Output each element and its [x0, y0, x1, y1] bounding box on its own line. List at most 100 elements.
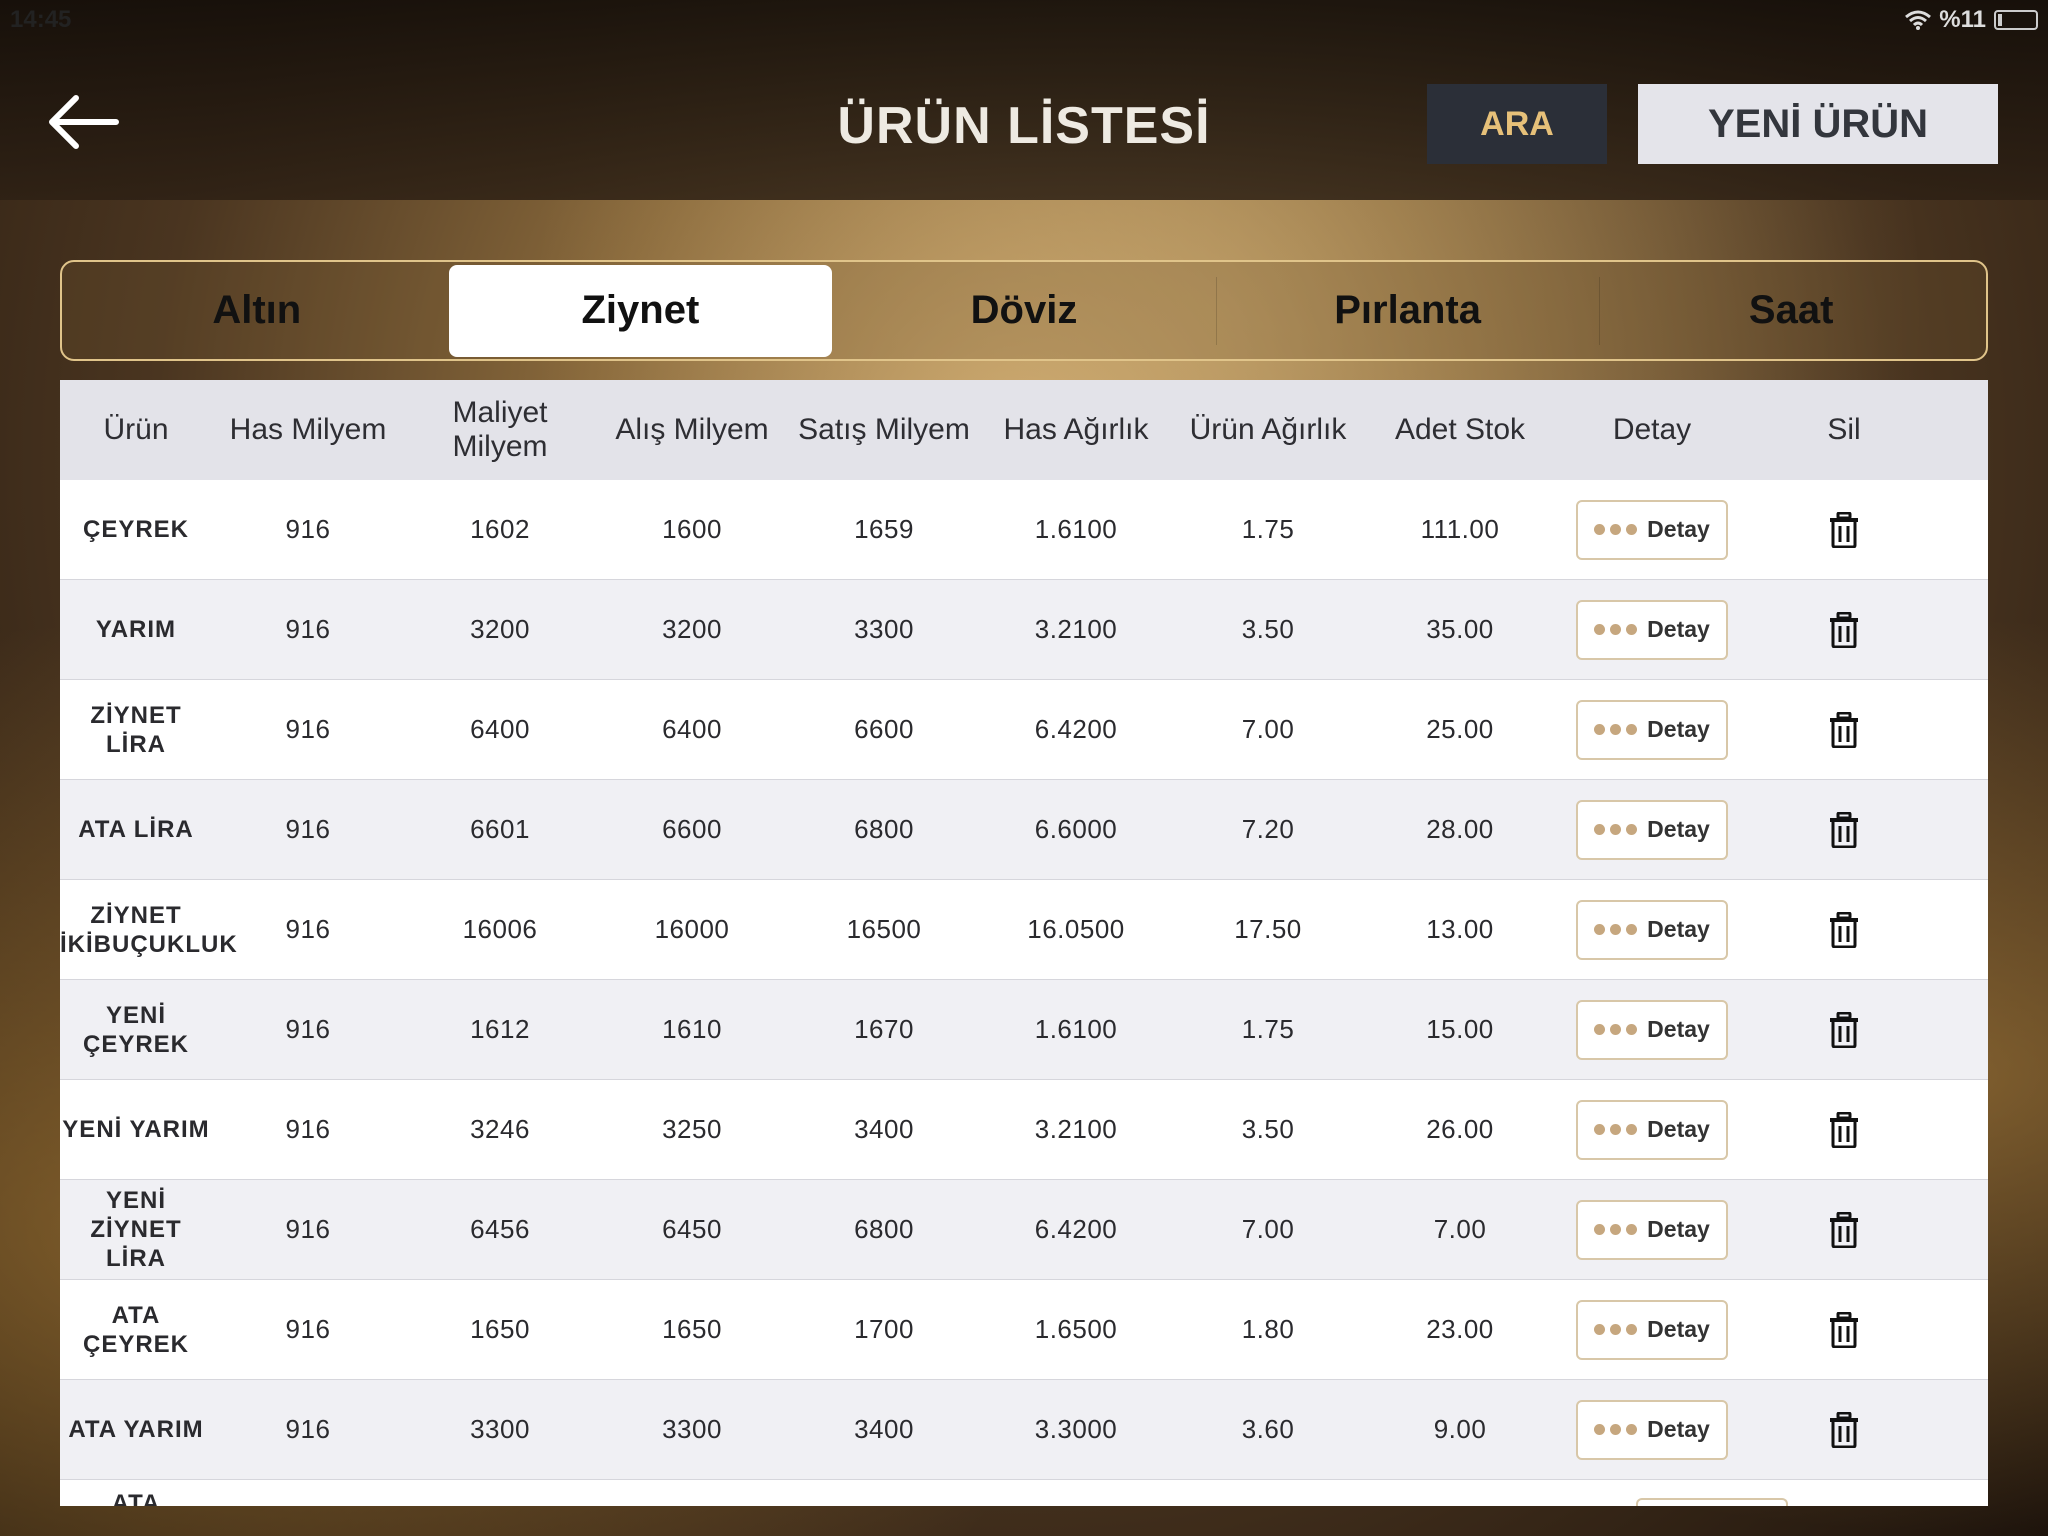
tab-ziynet[interactable]: Ziynet — [448, 264, 833, 357]
alis-milyem-cell: 1650 — [662, 1314, 722, 1344]
tab-doviz[interactable]: Döviz — [832, 265, 1216, 357]
alis-milyem-cell: 1600 — [662, 514, 722, 544]
detail-cell: Detay — [1556, 999, 1748, 1060]
product-name: ATA ÇEYREK — [82, 1301, 190, 1358]
detail-button[interactable]: Detay — [1576, 1399, 1728, 1460]
table-row[interactable]: YARIM 916 3200 3200 3300 3.2100 3.50 35.00 Detay — [60, 580, 1988, 680]
product-name: ATA — [111, 1490, 161, 1506]
status-indicators: %11 — [1905, 6, 2038, 34]
table-row[interactable]: ÇEYREK 916 1602 1600 1659 1.6100 1.75 111.00 Det… — [60, 480, 1988, 580]
has-agirlik-cell: 3.3000 — [1034, 1414, 1118, 1444]
table-row[interactable]: YENİ ZİYNET LİRA 916 6456 6450 6800 6.4200 7.0… — [60, 1180, 1988, 1280]
product-table[interactable]: Ürün Has Milyem Maliyet Milyem Alış Mily… — [60, 380, 1988, 1506]
has-agirlik-cell: 6.4200 — [1034, 1214, 1118, 1244]
detail-button-label: Detay — [1647, 1116, 1710, 1142]
detail-cell: Detay — [1556, 1199, 1748, 1260]
tab-altin[interactable]: Altın — [65, 265, 449, 357]
table-row[interactable]: ZİYNET LİRA 916 6400 6400 6600 6.4200 7.00 25.0… — [60, 680, 1988, 780]
adet-stok-cell: 25.00 — [1426, 714, 1494, 744]
trash-icon[interactable] — [1829, 911, 1859, 948]
delete-cell — [1748, 1111, 1940, 1148]
has-agirlik-cell: 1.6100 — [1034, 1014, 1118, 1044]
delete-cell — [1748, 911, 1940, 948]
column-header-alis-milyem: Alış Milyem — [615, 413, 769, 446]
product-name: YENİ ZİYNET LİRA — [90, 1187, 182, 1272]
maliyet-milyem-cell: 6601 — [470, 814, 530, 844]
detail-button[interactable]: Detay — [1576, 799, 1728, 860]
product-name: YENİ YARIM — [62, 1116, 210, 1143]
tab-saat[interactable]: Saat — [1599, 265, 1983, 357]
adet-stok-cell: 13.00 — [1426, 914, 1494, 944]
trash-icon[interactable] — [1829, 511, 1859, 548]
detail-button-label: Detay — [1647, 1216, 1710, 1242]
column-header-has-agirlik: Has Ağırlık — [1003, 413, 1149, 446]
has-milyem-cell: 916 — [285, 814, 331, 844]
table-row-partial[interactable]: ATA — [60, 1480, 1988, 1506]
trash-icon[interactable] — [1829, 1011, 1859, 1048]
detail-button[interactable]: Detay — [1576, 499, 1728, 560]
product-name: ÇEYREK — [82, 516, 190, 543]
has-milyem-cell: 916 — [285, 1114, 331, 1144]
detail-cell: Detay — [1556, 899, 1748, 960]
alis-milyem-cell: 3250 — [662, 1114, 722, 1144]
trash-icon[interactable] — [1829, 1111, 1859, 1148]
tab-pirlanta[interactable]: Pırlanta — [1215, 265, 1600, 357]
table-row[interactable]: YENİ ÇEYREK 916 1612 1610 1670 1.6100 1.75 15.0… — [60, 980, 1988, 1080]
has-agirlik-cell: 1.6100 — [1034, 514, 1118, 544]
satis-milyem-cell: 16500 — [846, 914, 922, 944]
urun-agirlik-cell: 17.50 — [1234, 914, 1302, 944]
delete-cell — [1748, 1311, 1940, 1348]
adet-stok-cell: 7.00 — [1433, 1214, 1487, 1244]
product-name: YENİ ÇEYREK — [82, 1001, 190, 1058]
has-milyem-cell: 916 — [285, 1214, 331, 1244]
table-row[interactable]: ATA ÇEYREK 916 1650 1650 1700 1.6500 1.80 23.00… — [60, 1280, 1988, 1380]
table-row[interactable]: ATA LİRA 916 6601 6600 6800 6.6000 7.20 28.00 De… — [60, 780, 1988, 880]
maliyet-milyem-cell: 3246 — [470, 1114, 530, 1144]
status-time: 14:45 — [10, 6, 72, 33]
alis-milyem-cell: 3200 — [662, 614, 722, 644]
detail-button[interactable] — [1636, 1498, 1788, 1506]
more-dots-icon — [1594, 824, 1638, 835]
table-header: Ürün Has Milyem Maliyet Milyem Alış Mily… — [60, 380, 1988, 480]
has-agirlik-cell: 6.4200 — [1034, 714, 1118, 744]
column-header-has-milyem: Has Milyem — [229, 413, 387, 446]
detail-button[interactable]: Detay — [1576, 1299, 1728, 1360]
delete-cell — [1748, 711, 1940, 748]
trash-icon[interactable] — [1829, 711, 1859, 748]
column-header-detay: Detay — [1612, 413, 1692, 446]
table-row[interactable]: YENİ YARIM 916 3246 3250 3400 3.2100 3.50 26.00… — [60, 1080, 1988, 1180]
has-milyem-cell: 916 — [285, 1014, 331, 1044]
detail-button[interactable]: Detay — [1576, 599, 1728, 660]
column-header-sil: Sil — [1827, 413, 1861, 446]
delete-cell — [1748, 611, 1940, 648]
trash-icon[interactable] — [1829, 1311, 1859, 1348]
detail-cell: Detay — [1556, 1299, 1748, 1360]
trash-icon[interactable] — [1829, 611, 1859, 648]
alis-milyem-cell: 6600 — [662, 814, 722, 844]
detail-cell: Detay — [1556, 1399, 1748, 1460]
trash-icon[interactable] — [1829, 1411, 1859, 1448]
column-header-urun-agirlik: Ürün Ağırlık — [1189, 413, 1347, 446]
detail-button[interactable]: Detay — [1576, 1199, 1728, 1260]
detail-button[interactable]: Detay — [1576, 699, 1728, 760]
column-header-maliyet-milyem: Maliyet Milyem — [452, 396, 548, 463]
battery-percent: %11 — [1939, 6, 1986, 33]
delete-cell — [1748, 1211, 1940, 1248]
delete-cell — [1748, 811, 1940, 848]
satis-milyem-cell: 1670 — [854, 1014, 914, 1044]
urun-agirlik-cell: 7.20 — [1241, 814, 1295, 844]
detail-button[interactable]: Detay — [1576, 899, 1728, 960]
search-button[interactable]: ARA — [1427, 84, 1607, 164]
detail-cell: Detay — [1556, 599, 1748, 660]
detail-button-label: Detay — [1647, 516, 1710, 542]
delete-cell — [1748, 1011, 1940, 1048]
delete-cell — [1748, 511, 1940, 548]
alis-milyem-cell: 6450 — [662, 1214, 722, 1244]
detail-button[interactable]: Detay — [1576, 999, 1728, 1060]
new-product-button[interactable]: YENİ ÜRÜN — [1638, 84, 1998, 164]
trash-icon[interactable] — [1829, 811, 1859, 848]
table-row[interactable]: ZİYNET İKİBUÇUKLUK 916 16006 16000 16500 16.0… — [60, 880, 1988, 980]
detail-button[interactable]: Detay — [1576, 1099, 1728, 1160]
trash-icon[interactable] — [1829, 1211, 1859, 1248]
table-row[interactable]: ATA YARIM 916 3300 3300 3400 3.3000 3.60 9.00 De… — [60, 1380, 1988, 1480]
